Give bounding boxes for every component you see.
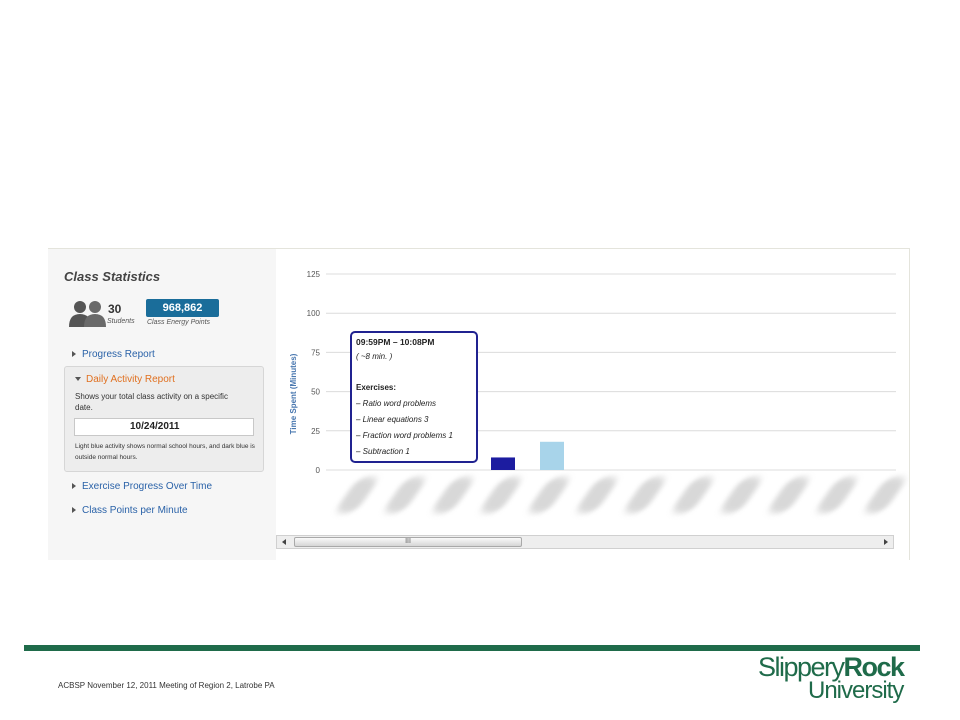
- students-label: Students: [107, 318, 135, 325]
- daily-activity-section: Daily Activity Report Shows your total c…: [64, 366, 264, 472]
- blurred-label: [333, 477, 381, 513]
- footer-text: ACBSP November 12, 2011 Meeting of Regio…: [58, 681, 275, 690]
- logo-university: University: [808, 677, 904, 704]
- arrow-left-icon: [282, 539, 286, 545]
- scroll-left-button[interactable]: [277, 536, 291, 548]
- blurred-label: [381, 477, 429, 513]
- blurred-label: [477, 477, 525, 513]
- tooltip-item: – Ratio word problems: [356, 399, 437, 408]
- daily-activity-description: Shows your total class activity on a spe…: [75, 392, 228, 412]
- scroll-right-button[interactable]: [879, 536, 893, 548]
- chart-area: 0 25 50 75 100 125 Time Spent (Minutes) 09:59P…: [276, 249, 909, 560]
- chevron-right-icon: [72, 483, 76, 490]
- y-tick-label: 50: [311, 388, 320, 397]
- blurred-label: [573, 477, 621, 513]
- sidebar: Class Statistics 30 Students 968,862 Cla…: [48, 249, 276, 560]
- blurred-label: [717, 477, 765, 513]
- students-icon: [69, 301, 106, 327]
- y-axis-label: Time Spent (Minutes): [289, 353, 298, 434]
- y-tick-label: 75: [311, 348, 320, 357]
- class-statistics-panel: Class Statistics 30 Students 968,862 Cla…: [48, 248, 910, 560]
- arrow-right-icon: [884, 539, 888, 545]
- chevron-right-icon: [72, 351, 76, 358]
- y-tick-label: 125: [307, 270, 321, 279]
- blurred-label: [765, 477, 813, 513]
- horizontal-scrollbar[interactable]: III: [276, 535, 894, 549]
- tooltip-item: – Fraction word problems 1: [356, 431, 453, 440]
- blurred-label: [813, 477, 861, 513]
- chart-tooltip: 09:59PM – 10:08PM ( ~8 min. ) Exercises:…: [350, 331, 478, 463]
- nav-exercise-progress[interactable]: Exercise Progress Over Time: [72, 481, 212, 492]
- blurred-label: [621, 477, 669, 513]
- chart-bar[interactable]: [540, 441, 564, 470]
- y-tick-label: 25: [311, 427, 320, 436]
- activity-legend-note: Light blue activity shows normal school …: [75, 443, 255, 461]
- energy-points-badge: 968,862: [146, 299, 219, 317]
- tooltip-duration: ( ~8 min. ): [356, 352, 393, 361]
- university-logo: SlipperyRock University: [758, 652, 920, 704]
- blurred-label: [429, 477, 477, 513]
- nav-progress-report[interactable]: Progress Report: [72, 349, 155, 360]
- nav-daily-activity-report[interactable]: Daily Activity Report: [75, 374, 175, 385]
- nav-label: Daily Activity Report: [86, 374, 175, 385]
- nav-class-points[interactable]: Class Points per Minute: [72, 505, 188, 516]
- tooltip-exercises-label: Exercises:: [356, 383, 397, 392]
- chart-bar[interactable]: [491, 457, 515, 470]
- date-input[interactable]: 10/24/2011: [74, 418, 254, 436]
- blurred-label: [669, 477, 717, 513]
- nav-label: Progress Report: [82, 349, 155, 360]
- chevron-down-icon: [75, 377, 81, 382]
- chevron-right-icon: [72, 507, 76, 514]
- blurred-x-axis-labels: [333, 477, 909, 517]
- scrollbar-thumb[interactable]: III: [294, 537, 522, 547]
- tooltip-item: – Linear equations 3: [356, 415, 429, 424]
- blurred-label: [525, 477, 573, 513]
- nav-label: Class Points per Minute: [82, 505, 188, 516]
- y-tick-label: 100: [307, 309, 321, 318]
- footer-divider: [24, 645, 920, 651]
- tooltip-item: – Subtraction 1: [356, 447, 410, 456]
- nav-label: Exercise Progress Over Time: [82, 481, 213, 492]
- panel-title: Class Statistics: [64, 269, 161, 284]
- tooltip-time-range: 09:59PM – 10:08PM: [356, 337, 435, 347]
- energy-points-label: Class Energy Points: [147, 319, 211, 326]
- y-tick-label: 0: [316, 466, 321, 475]
- students-count: 30: [108, 302, 122, 316]
